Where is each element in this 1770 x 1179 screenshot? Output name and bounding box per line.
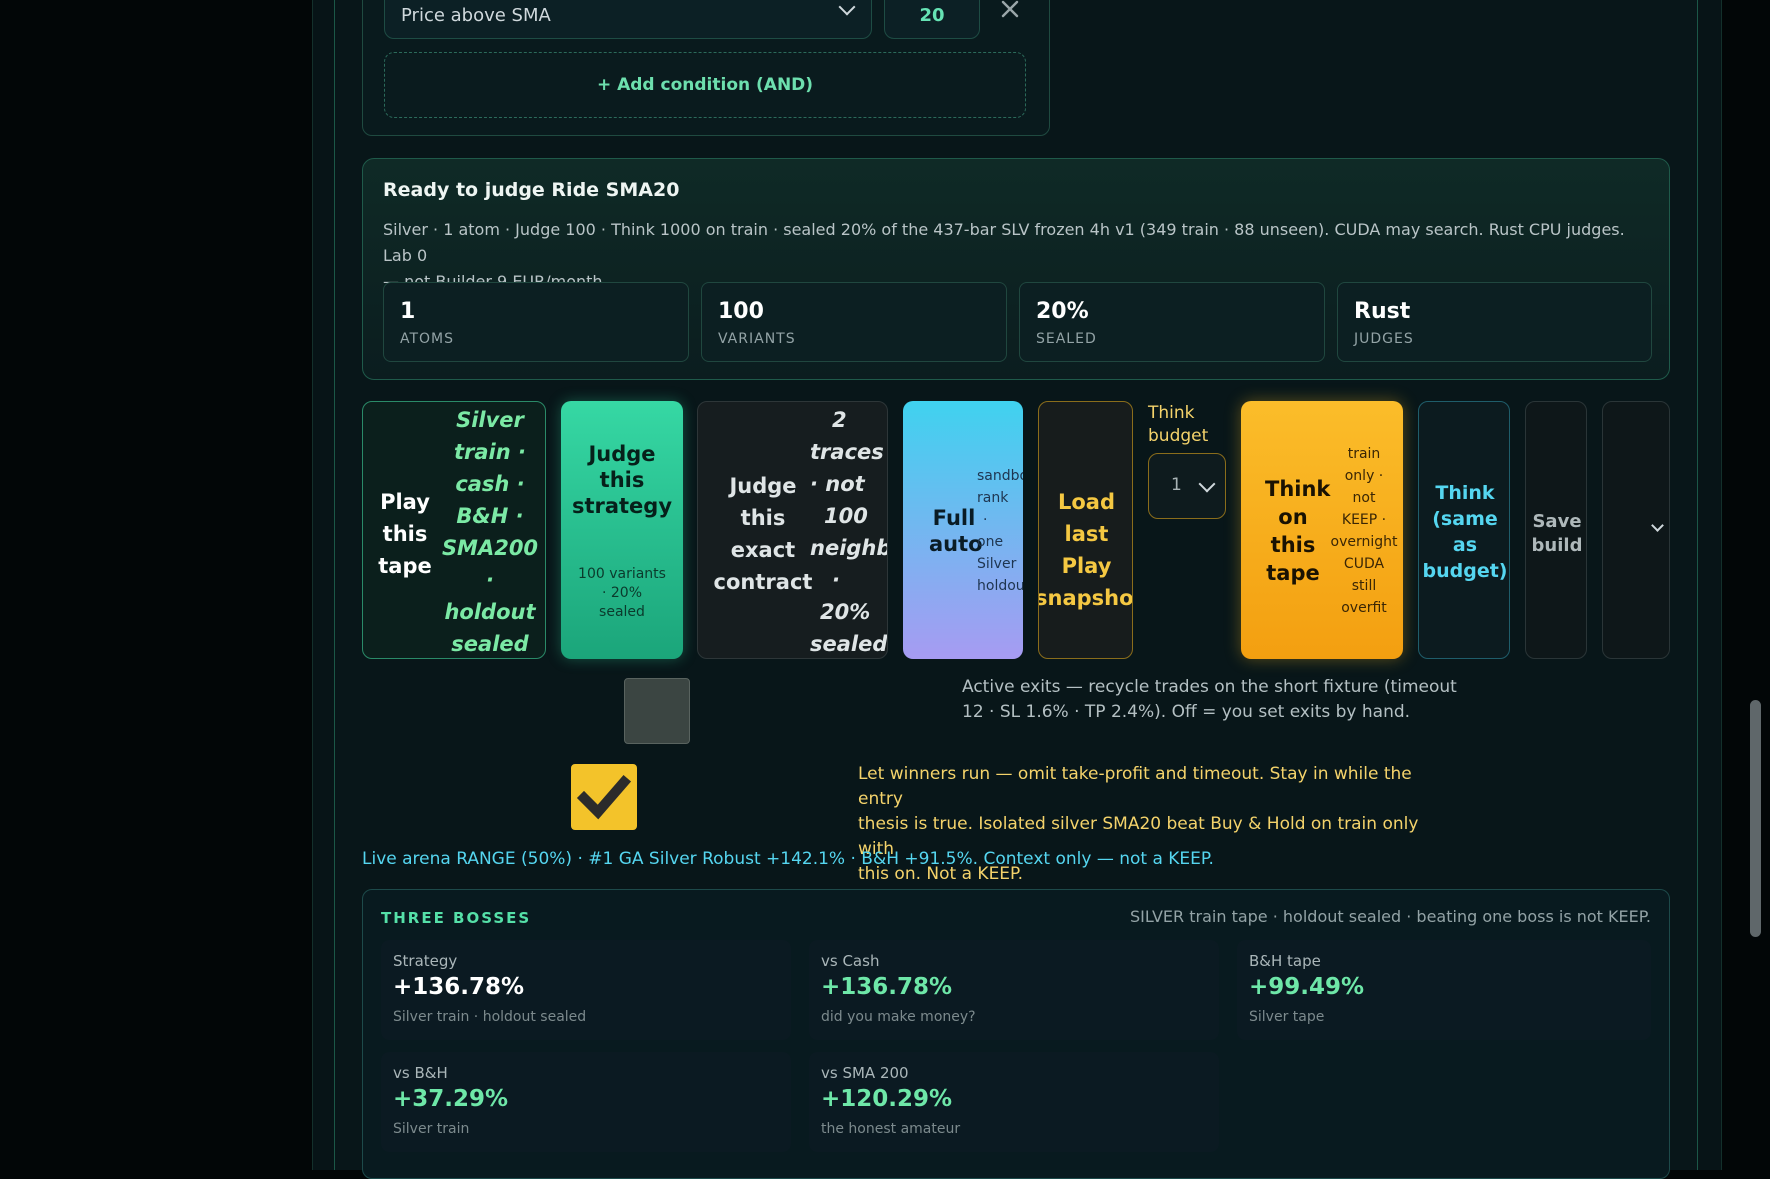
scrollbar-thumb[interactable]	[1750, 700, 1761, 937]
judge-strategy-label: Judge this strategy	[571, 442, 673, 518]
think-tape-label: Think on this tape	[1265, 477, 1331, 585]
three-bosses-title: THREE BOSSES	[381, 909, 532, 927]
save-build-button[interactable]: Save build	[1525, 401, 1587, 659]
full-auto-label: Full auto	[929, 506, 983, 556]
judge-exact-contract-button[interactable]: Judge this exact contract 2 traces · not…	[697, 401, 888, 659]
condition-select[interactable]: Price above SMA	[384, 0, 872, 39]
full-auto-note: sandbox rank · one Silver holdout	[977, 468, 1023, 594]
load-last-snapshot-button[interactable]: Load last Play snapshot	[1038, 401, 1133, 659]
ready-panel: Ready to judge Ride SMA20 Silver · 1 ato…	[362, 158, 1670, 380]
add-condition-button[interactable]: + Add condition (AND)	[384, 52, 1026, 118]
judge-exact-note: 2 traces · not 100 neighbo · 20% sealed	[810, 408, 888, 656]
think-budget-value: 1000	[1171, 475, 1183, 495]
close-icon	[1001, 0, 1019, 18]
think-tape-note: train only · not KEEP · overnight CUDA s…	[1330, 446, 1398, 616]
winners-run-checkbox[interactable]	[571, 764, 637, 830]
boss-bh-tape: B&H tape +99.49% Silver tape	[1237, 940, 1651, 1040]
full-auto-button[interactable]: Full auto sandbox rank · one Silver hold…	[903, 401, 1023, 659]
boss-vs-cash: vs Cash +136.78% did you make money?	[809, 940, 1219, 1040]
load-last-label: Load last Play snapshot	[1038, 490, 1133, 610]
play-tape-label: Play this tape	[378, 490, 432, 578]
live-arena-note: Live arena RANGE (50%) · #1 GA Silver Ro…	[362, 849, 1214, 869]
stat-atoms: 1 ATOMS	[383, 282, 689, 362]
judge-strategy-note: 100 variants · 20% sealed	[578, 566, 666, 620]
boss-strategy: Strategy +136.78% Silver train · holdout…	[381, 940, 791, 1040]
more-actions-dropdown[interactable]	[1602, 401, 1670, 659]
stat-sealed: 20% SEALED	[1019, 282, 1325, 362]
think-budget-label: Think budget	[1148, 403, 1209, 446]
play-tape-button[interactable]: Play this tape Silver train · cash · B&H…	[362, 401, 546, 659]
sma-period-input[interactable]: 20	[884, 0, 980, 39]
play-tape-note: Silver train · cash · B&H · SMA200 · hol…	[441, 408, 539, 656]
active-exits-description: Active exits — recycle trades on the sho…	[962, 677, 1457, 722]
ready-title: Ready to judge Ride SMA20	[383, 179, 680, 201]
think-tape-button[interactable]: Think on this tape train only · not KEEP…	[1241, 401, 1403, 659]
three-bosses-note: SILVER train tape · holdout sealed · bea…	[1129, 907, 1651, 926]
judge-exact-label: Judge this exact contract	[713, 474, 813, 594]
remove-condition-button[interactable]	[996, 0, 1024, 24]
chevron-down-icon	[838, 0, 856, 16]
active-exits-toggle[interactable]	[624, 678, 690, 744]
judge-strategy-button[interactable]: Judge this strategy 100 variants · 20% s…	[561, 401, 683, 659]
think-same-label: Think (same as budget)	[1422, 482, 1508, 582]
boss-vs-sma200: vs SMA 200 +120.29% the honest amateur	[809, 1052, 1219, 1152]
stat-judges: Rust JUDGES	[1337, 282, 1652, 362]
chevron-down-icon	[1651, 519, 1664, 532]
think-same-as-budget-button[interactable]: Think (same as budget)	[1418, 401, 1510, 659]
three-bosses-panel: THREE BOSSES SILVER train tape · holdout…	[362, 889, 1670, 1179]
condition-select-value: Price above SMA	[401, 5, 551, 26]
think-budget-select[interactable]: 1000	[1148, 453, 1226, 519]
save-build-label: Save build	[1531, 511, 1583, 556]
stat-variants: 100 VARIANTS	[701, 282, 1007, 362]
boss-vs-bh: vs B&H +37.29% Silver train	[381, 1052, 791, 1152]
chevron-down-icon	[1198, 475, 1216, 493]
checkmark-icon	[576, 774, 632, 820]
